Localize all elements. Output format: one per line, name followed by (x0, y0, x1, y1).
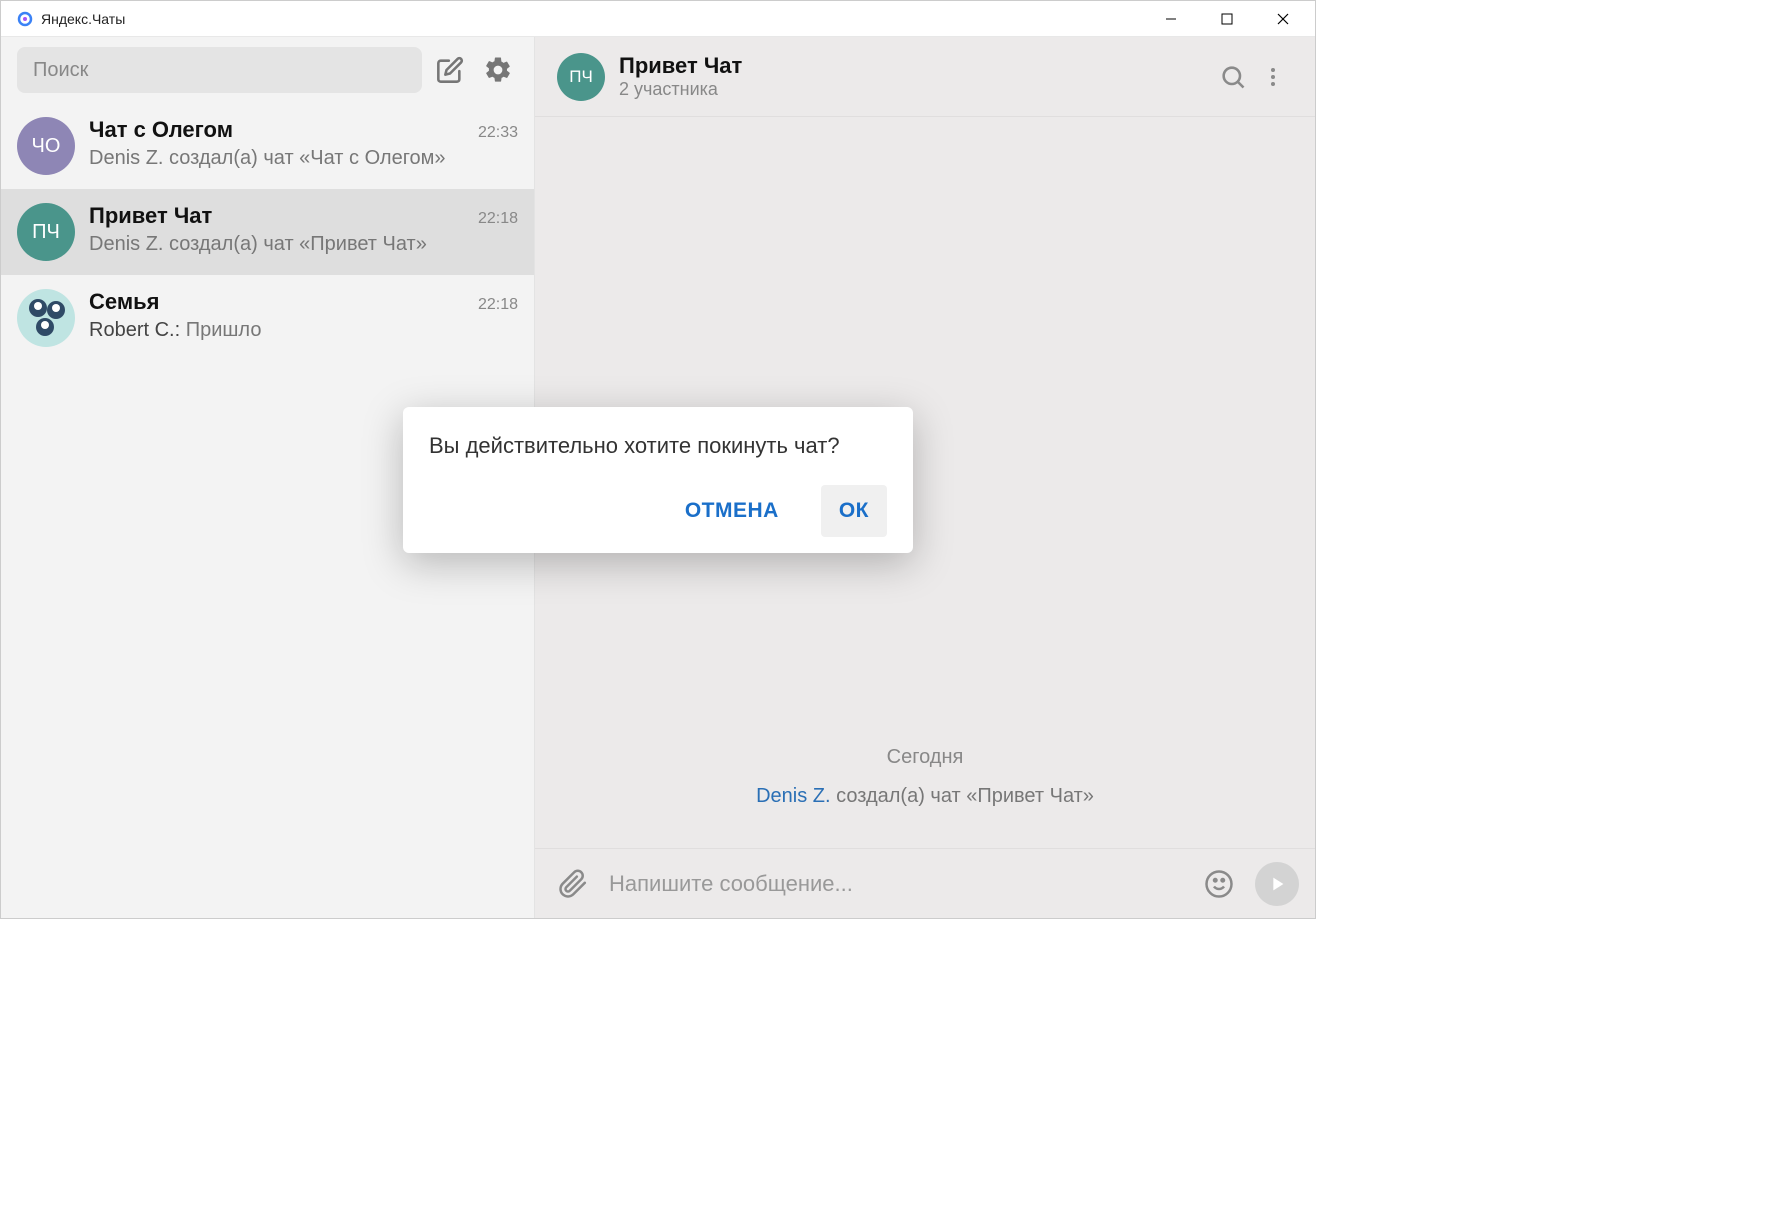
avatar: ПЧ (17, 203, 75, 261)
attach-button[interactable] (551, 862, 595, 906)
chat-list-item[interactable]: Семья 22:18 Robert C.: Пришло (1, 275, 534, 361)
chat-header-title: Привет Чат (619, 53, 1213, 79)
search-in-chat-button[interactable] (1213, 57, 1253, 97)
chat-subtitle: Denis Z. создал(а) чат «Чат с Олегом» (89, 147, 518, 170)
chat-header[interactable]: ПЧ Привет Чат 2 участника (535, 37, 1315, 117)
chat-subtitle: Robert C.: Пришло (89, 319, 518, 342)
dialog-text: Вы действительно хотите покинуть чат? (429, 433, 887, 459)
chat-message: Пришло (186, 319, 262, 341)
app-title: Яндекс.Чаты (41, 11, 125, 27)
chat-list-item[interactable]: ЧО Чат с Олегом 22:33 Denis Z. создал(а)… (1, 103, 534, 189)
search-input[interactable]: Поиск (17, 47, 422, 93)
cancel-button[interactable]: ОТМЕНА (667, 485, 797, 537)
chat-subtitle: Denis Z. создал(а) чат «Привет Чат» (89, 233, 518, 256)
compose-button[interactable] (430, 50, 470, 90)
chat-time: 22:33 (478, 124, 518, 142)
family-avatar-icon (17, 289, 75, 347)
chat-time: 22:18 (478, 210, 518, 228)
composer: Напишите сообщение... (535, 848, 1315, 918)
chat-title: Привет Чат (89, 203, 212, 229)
chat-title: Семья (89, 289, 159, 315)
system-message: Denis Z. создал(а) чат «Привет Чат» (535, 785, 1315, 808)
chat-time: 22:18 (478, 296, 518, 314)
message-input[interactable]: Напишите сообщение... (609, 871, 1183, 897)
chat-list-item[interactable]: ПЧ Привет Чат 22:18 Denis Z. создал(а) ч… (1, 189, 534, 275)
confirm-leave-dialog: Вы действительно хотите покинуть чат? ОТ… (403, 407, 913, 553)
avatar: ПЧ (557, 53, 605, 101)
window-maximize-button[interactable] (1199, 1, 1255, 37)
search-placeholder: Поиск (33, 59, 88, 82)
message-placeholder: Напишите сообщение... (609, 871, 853, 896)
chat-title: Чат с Олегом (89, 117, 233, 143)
avatar: ЧО (17, 117, 75, 175)
ok-button[interactable]: ОК (821, 485, 887, 537)
titlebar: Яндекс.Чаты (1, 1, 1315, 37)
date-separator: Сегодня (535, 746, 1315, 769)
app-icon (17, 11, 33, 27)
window-minimize-button[interactable] (1143, 1, 1199, 37)
chat-header-subtitle: 2 участника (619, 79, 1213, 100)
settings-button[interactable] (478, 50, 518, 90)
system-message-text: создал(а) чат «Привет Чат» (831, 785, 1094, 807)
window-close-button[interactable] (1255, 1, 1311, 37)
send-button[interactable] (1255, 862, 1299, 906)
system-message-author: Denis Z. (756, 785, 830, 807)
chat-menu-button[interactable] (1253, 57, 1293, 97)
emoji-button[interactable] (1197, 862, 1241, 906)
chat-sender: Robert C.: (89, 319, 180, 341)
